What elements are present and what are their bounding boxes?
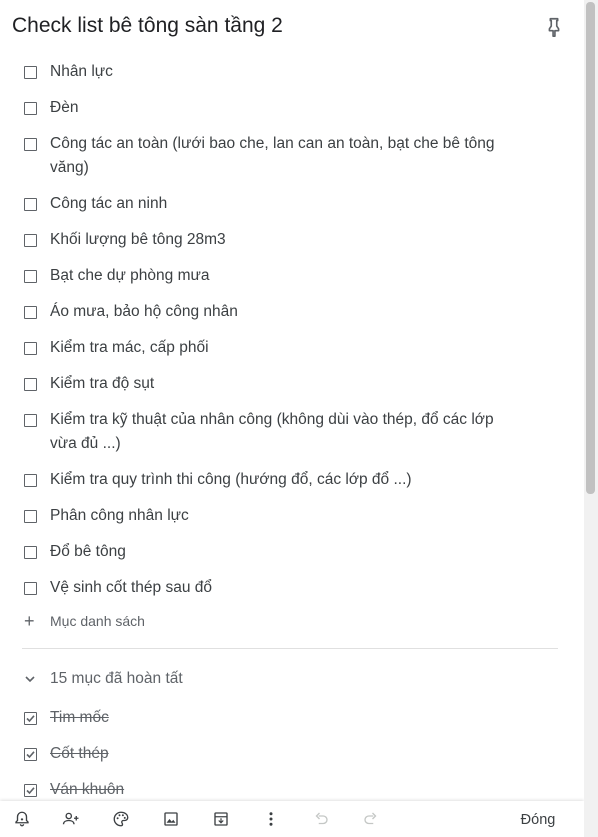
checkbox[interactable] <box>24 342 37 355</box>
checkbox[interactable] <box>24 582 37 595</box>
redo-icon[interactable] <box>362 810 380 828</box>
checkbox[interactable] <box>24 378 37 391</box>
checkbox[interactable] <box>24 138 37 151</box>
list-item-text[interactable]: Vệ sinh cốt thép sau đổ <box>50 576 520 600</box>
completed-list-item: Ván khuôn <box>0 778 560 802</box>
completed-items-toggle[interactable]: 15 mục đã hoàn tất <box>0 668 560 692</box>
scrollbar-thumb[interactable] <box>586 2 595 494</box>
completed-items-count: 15 mục đã hoàn tất <box>50 670 183 687</box>
list-item: Kiểm tra mác, cấp phối <box>0 336 560 360</box>
completed-list-item: Tim mốc <box>0 706 560 730</box>
list-item-text[interactable]: Đèn <box>50 96 520 120</box>
checkbox-checked[interactable] <box>24 784 37 797</box>
checkbox[interactable] <box>24 510 37 523</box>
checkbox[interactable] <box>24 474 37 487</box>
list-item: Công tác an ninh <box>0 192 560 216</box>
completed-item-text[interactable]: Cốt thép <box>50 742 520 766</box>
completed-item-text[interactable]: Tim mốc <box>50 706 520 730</box>
checkbox[interactable] <box>24 414 37 427</box>
checkbox[interactable] <box>24 234 37 247</box>
checkmark-icon <box>26 751 35 759</box>
list-item: Kiểm tra độ sụt <box>0 372 560 396</box>
list-item: Vệ sinh cốt thép sau đổ <box>0 576 560 600</box>
completed-item-text[interactable]: Ván khuôn <box>50 778 520 802</box>
list-item-text[interactable]: Công tác an toàn (lưới bao che, lan can … <box>50 132 520 180</box>
collaborator-icon[interactable] <box>62 810 80 828</box>
chevron-down-icon <box>25 676 35 683</box>
checkbox[interactable] <box>24 198 37 211</box>
list-item-text[interactable]: Kiểm tra kỹ thuật của nhân công (không d… <box>50 408 520 456</box>
plus-icon: + <box>24 611 35 631</box>
list-item-text[interactable]: Kiểm tra quy trình thi công (hướng đổ, c… <box>50 468 520 492</box>
list-item: Khối lượng bê tông 28m3 <box>0 228 560 252</box>
note-toolbar: Đóng <box>0 801 584 837</box>
more-icon[interactable] <box>262 810 280 828</box>
list-item: Đèn <box>0 96 560 120</box>
pin-icon[interactable] <box>543 16 565 38</box>
list-item-text[interactable]: Đổ bê tông <box>50 540 520 564</box>
list-item: Nhân lực <box>0 60 560 84</box>
note-title[interactable]: Check list bê tông sàn tầng 2 <box>12 14 283 38</box>
list-item-text[interactable]: Kiểm tra độ sụt <box>50 372 520 396</box>
background-options-icon[interactable] <box>112 810 130 828</box>
list-item: Phân công nhân lực <box>0 504 560 528</box>
add-list-item-label[interactable]: Mục danh sách <box>50 613 145 629</box>
list-item: Kiểm tra quy trình thi công (hướng đổ, c… <box>0 468 560 492</box>
add-image-icon[interactable] <box>162 810 180 828</box>
list-item: Đổ bê tông <box>0 540 560 564</box>
divider <box>22 648 558 649</box>
list-item: Kiểm tra kỹ thuật của nhân công (không d… <box>0 408 560 456</box>
list-item-text[interactable]: Nhân lực <box>50 60 520 84</box>
list-item: Công tác an toàn (lưới bao che, lan can … <box>0 132 560 180</box>
archive-icon[interactable] <box>212 810 230 828</box>
list-item: Bạt che dự phòng mưa <box>0 264 560 288</box>
checkbox[interactable] <box>24 546 37 559</box>
note-editor: Check list bê tông sàn tầng 2 Nhân lực Đ… <box>0 0 584 837</box>
list-item-text[interactable]: Khối lượng bê tông 28m3 <box>50 228 520 252</box>
list-item-text[interactable]: Phân công nhân lực <box>50 504 520 528</box>
checkbox[interactable] <box>24 270 37 283</box>
checkmark-icon <box>26 787 35 795</box>
completed-list-item: Cốt thép <box>0 742 560 766</box>
checkbox-checked[interactable] <box>24 712 37 725</box>
undo-icon[interactable] <box>312 810 330 828</box>
list-item-text[interactable]: Kiểm tra mác, cấp phối <box>50 336 520 360</box>
list-item-text[interactable]: Công tác an ninh <box>50 192 520 216</box>
close-button[interactable]: Đóng <box>508 809 568 831</box>
list-item-text[interactable]: Áo mưa, bảo hộ công nhân <box>50 300 520 324</box>
checkbox[interactable] <box>24 66 37 79</box>
list-item-text[interactable]: Bạt che dự phòng mưa <box>50 264 520 288</box>
checkbox-checked[interactable] <box>24 748 37 761</box>
checkmark-icon <box>26 715 35 723</box>
remind-me-icon[interactable] <box>13 810 31 828</box>
checkbox[interactable] <box>24 306 37 319</box>
list-item: Áo mưa, bảo hộ công nhân <box>0 300 560 324</box>
add-list-item[interactable]: + Mục danh sách <box>0 610 560 634</box>
checkbox[interactable] <box>24 102 37 115</box>
